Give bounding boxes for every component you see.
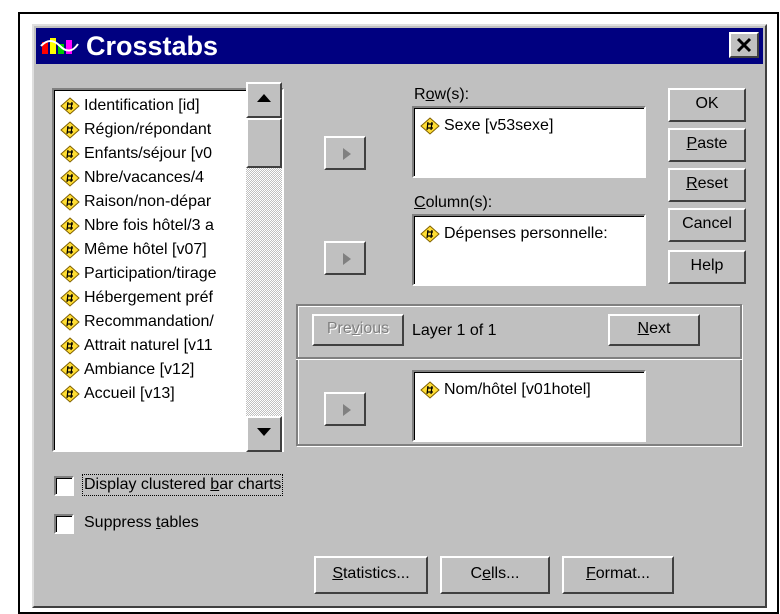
source-list-scrollbar[interactable] <box>246 82 282 452</box>
statistics-button[interactable]: Statistics... <box>314 556 428 594</box>
scale-variable-icon <box>420 225 440 243</box>
variable-label: Nbre/vacances/4 <box>84 169 205 186</box>
scroll-down-button[interactable] <box>246 416 282 452</box>
variable-item[interactable]: Nom/hôtel [v01hotel] <box>414 378 644 402</box>
variable-label: Accueil [v13] <box>84 385 175 402</box>
variable-label: Attrait naturel [v11 <box>84 337 213 354</box>
variable-label: Ambiance [v12] <box>84 361 195 378</box>
variable-label: Région/répondant <box>84 121 212 138</box>
move-to-rows-button[interactable] <box>324 136 366 170</box>
title-bar[interactable]: Crosstabs <box>36 28 763 64</box>
move-to-columns-button[interactable] <box>324 241 366 275</box>
previous-layer-button[interactable]: Previous <box>312 314 404 346</box>
variable-label: Sexe [v53sexe] <box>444 117 554 134</box>
scale-variable-icon <box>60 121 80 139</box>
variable-label: Raison/non-dépar <box>84 193 212 210</box>
scale-variable-icon <box>420 117 440 135</box>
variable-label: Hébergement préf <box>84 289 213 306</box>
ok-button[interactable]: OK <box>668 88 746 122</box>
arrow-right-icon <box>343 148 351 160</box>
variable-item[interactable]: Dépenses personnelle: <box>414 222 644 246</box>
arrow-right-icon <box>343 253 351 265</box>
scale-variable-icon <box>60 361 80 379</box>
variable-label: Identification [id] <box>84 97 200 114</box>
cancel-button[interactable]: Cancel <box>668 208 746 242</box>
layer-divider <box>296 357 742 360</box>
rows-list[interactable]: Sexe [v53sexe] <box>412 106 646 178</box>
arrow-down-icon <box>257 428 271 436</box>
scale-variable-icon <box>60 313 80 331</box>
format-button[interactable]: Format... <box>562 556 674 594</box>
window-title: Crosstabs <box>86 31 219 61</box>
variable-label: Recommandation/ <box>84 313 214 330</box>
scale-variable-icon <box>60 337 80 355</box>
cells-button[interactable]: Cells... <box>440 556 550 594</box>
paste-button[interactable]: Paste <box>668 128 746 162</box>
scale-variable-icon <box>60 289 80 307</box>
columns-list[interactable]: Dépenses personnelle: <box>412 214 646 286</box>
layer-indicator: Layer 1 of 1 <box>412 322 497 339</box>
reset-button[interactable]: Reset <box>668 168 746 202</box>
scale-variable-icon <box>60 145 80 163</box>
scale-variable-icon <box>60 217 80 235</box>
variable-label: Nom/hôtel [v01hotel] <box>444 381 591 398</box>
scroll-thumb[interactable] <box>246 118 282 168</box>
help-button[interactable]: Help <box>668 250 746 284</box>
suppress-tables-checkbox[interactable] <box>54 514 74 534</box>
layer-list[interactable]: Nom/hôtel [v01hotel] <box>412 370 646 442</box>
close-button[interactable] <box>729 32 759 58</box>
scale-variable-icon <box>60 193 80 211</box>
arrow-up-icon <box>257 94 271 102</box>
scroll-up-button[interactable] <box>246 82 282 118</box>
scale-variable-icon <box>60 385 80 403</box>
next-layer-button[interactable]: Next <box>608 314 700 346</box>
variable-item[interactable]: Sexe [v53sexe] <box>414 114 644 138</box>
rows-label: Row(s): <box>414 86 470 103</box>
scale-variable-icon <box>60 169 80 187</box>
spss-icon <box>40 34 80 58</box>
scale-variable-icon <box>420 381 440 399</box>
variable-label: Nbre fois hôtel/3 a <box>84 217 214 234</box>
variable-label: Participation/tirage <box>84 265 217 282</box>
clustered-bar-charts-checkbox[interactable] <box>54 476 74 496</box>
variable-label: Enfants/séjour [v0 <box>84 145 213 162</box>
close-icon <box>736 37 752 53</box>
clustered-bar-charts-label[interactable]: Display clustered bar charts <box>81 474 284 496</box>
variable-label: Même hôtel [v07] <box>84 241 207 258</box>
variable-label: Dépenses personnelle: <box>444 225 608 242</box>
scale-variable-icon <box>60 241 80 259</box>
scale-variable-icon <box>60 97 80 115</box>
suppress-tables-label[interactable]: Suppress tables <box>84 514 199 532</box>
columns-label: Column(s): <box>414 194 493 211</box>
scale-variable-icon <box>60 265 80 283</box>
